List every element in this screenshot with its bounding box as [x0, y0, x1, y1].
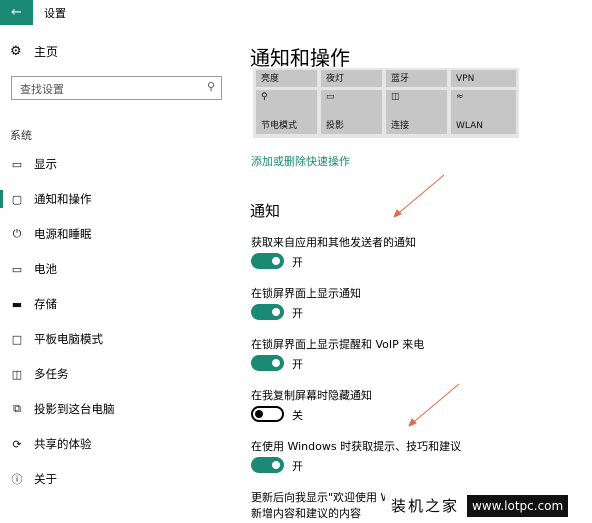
back-button[interactable]: ←: [0, 0, 33, 25]
sidebar-item-label: 关于: [34, 472, 57, 486]
sidebar-item-label: 平板电脑模式: [34, 332, 103, 346]
multitask-icon: ◫: [11, 367, 23, 381]
main-content: 通知和操作 亮度 夜灯 蓝牙 VPN ⚲ 节电模式 ▭ 投影 ◫ 连接 ≈ WL…: [233, 25, 592, 523]
tile-project[interactable]: ▭ 投影: [321, 90, 382, 134]
sidebar-item-notifications[interactable]: ▢ 通知和操作: [0, 185, 233, 213]
watermark-logo: 装机之家: [391, 497, 460, 515]
tile-vpn[interactable]: VPN: [451, 70, 516, 87]
toggle-knob: [272, 257, 280, 265]
sidebar-item-multitask[interactable]: ◫ 多任务: [0, 360, 233, 388]
toggle-knob: [272, 359, 280, 367]
toggle-lockscreen-notifications[interactable]: [251, 304, 284, 320]
toggle-knob: [255, 410, 263, 418]
section-label: 系统: [10, 129, 32, 142]
setting-label: 获取来自应用和其他发送者的通知: [251, 236, 416, 249]
window-title: 设置: [44, 7, 66, 20]
sidebar-item-label: 共享的体验: [34, 437, 92, 451]
battery-saver-icon: ⚲: [261, 92, 268, 102]
active-indicator: [0, 190, 3, 208]
toggle-knob: [272, 461, 280, 469]
setting-label: 在锁屏界面上显示通知: [251, 287, 361, 300]
setting-label: 在使用 Windows 时获取提示、技巧和建议: [251, 440, 462, 453]
sidebar: ⚙ 主页 查找设置 ⚲ 系统 ▭ 显示 ▢ 通知和操作 ⏻ 电源和睡眠 ▭ 电池…: [0, 25, 233, 523]
power-icon: ⏻: [12, 227, 22, 240]
tile-label: 夜灯: [326, 74, 345, 84]
info-icon: ⓘ: [11, 473, 23, 486]
share-icon: ⟳: [12, 437, 22, 451]
setting-label: 新增内容和建议的内容: [251, 507, 361, 520]
edit-quick-actions-link[interactable]: 添加或删除快速操作: [251, 153, 350, 169]
tile-label: WLAN: [456, 121, 484, 131]
storage-icon: ▬: [11, 297, 23, 311]
tile-label: 投影: [326, 121, 345, 131]
sidebar-item-shared[interactable]: ⟳ 共享的体验: [0, 430, 233, 458]
title-bar: ← 设置: [0, 0, 592, 25]
setting-label: 更新后向我显示"欢迎使用 W: [251, 491, 392, 504]
watermark-url: www.lotpc.com: [467, 494, 569, 517]
home-nav-item[interactable]: ⚙ 主页: [10, 43, 58, 60]
sidebar-item-battery[interactable]: ▭ 电池: [0, 255, 233, 283]
monitor-icon: ▭: [11, 157, 23, 171]
annotation-arrow: [393, 174, 445, 218]
tile-bluetooth[interactable]: 蓝牙: [386, 70, 447, 87]
toggle-lockscreen-reminders[interactable]: [251, 355, 284, 371]
project-icon: ⧉: [13, 402, 21, 415]
connect-icon: ◫: [391, 92, 400, 102]
sidebar-item-about[interactable]: ⓘ 关于: [0, 465, 233, 493]
tile-battery-saver[interactable]: ⚲ 节电模式: [256, 90, 317, 134]
gear-icon: ⚙: [10, 44, 22, 59]
project-icon: ▭: [326, 92, 335, 102]
toggle-state: 开: [292, 460, 303, 473]
watermark: 装机之家 www.lotpc.com: [385, 488, 592, 523]
setting-label: 在我复制屏幕时隐藏通知: [251, 389, 372, 402]
tile-label: 连接: [391, 121, 410, 131]
tile-wlan[interactable]: ≈ WLAN: [451, 90, 516, 134]
toggle-state: 开: [292, 358, 303, 371]
search-placeholder: 查找设置: [20, 83, 64, 96]
search-icon: ⚲: [206, 80, 215, 93]
wifi-icon: ≈: [456, 92, 464, 102]
page-title: 通知和操作: [250, 46, 350, 70]
tile-label: 蓝牙: [391, 74, 410, 84]
sidebar-item-project[interactable]: ⧉ 投影到这台电脑: [0, 395, 233, 423]
chat-bubble-icon: ▢: [11, 192, 23, 206]
sidebar-item-power[interactable]: ⏻ 电源和睡眠: [0, 220, 233, 248]
sidebar-item-label: 存储: [34, 297, 57, 311]
home-label: 主页: [34, 45, 59, 59]
sidebar-item-label: 多任务: [34, 367, 69, 381]
sidebar-item-label: 电源和睡眠: [34, 227, 92, 241]
tile-night-light[interactable]: 夜灯: [321, 70, 382, 87]
toggle-state: 开: [292, 256, 303, 269]
toggle-app-notifications[interactable]: [251, 253, 284, 269]
tile-label: 亮度: [261, 74, 280, 84]
tile-label: 节电模式: [261, 121, 298, 131]
battery-icon: ▭: [11, 262, 23, 276]
sidebar-item-label: 显示: [34, 157, 57, 171]
tile-connect[interactable]: ◫ 连接: [386, 90, 447, 134]
toggle-knob: [272, 308, 280, 316]
toggle-hide-when-duplicating[interactable]: [251, 406, 284, 422]
toggle-tips[interactable]: [251, 457, 284, 473]
sidebar-item-label: 通知和操作: [34, 192, 92, 206]
notifications-heading: 通知: [250, 202, 281, 220]
annotation-arrow: [408, 383, 460, 427]
sidebar-item-tablet[interactable]: □ 平板电脑模式: [0, 325, 233, 353]
sidebar-item-label: 电池: [34, 262, 57, 276]
tile-brightness[interactable]: 亮度: [256, 70, 317, 87]
sidebar-item-label: 投影到这台电脑: [34, 402, 115, 416]
toggle-state: 关: [292, 409, 303, 422]
sidebar-item-display[interactable]: ▭ 显示: [0, 150, 233, 178]
toggle-state: 开: [292, 307, 303, 320]
tile-label: VPN: [456, 74, 475, 84]
tablet-icon: □: [11, 332, 23, 346]
search-input[interactable]: 查找设置 ⚲: [11, 76, 222, 100]
sidebar-item-storage[interactable]: ▬ 存储: [0, 290, 233, 318]
quick-actions-grid: 亮度 夜灯 蓝牙 VPN ⚲ 节电模式 ▭ 投影 ◫ 连接 ≈ WLAN: [253, 68, 519, 138]
setting-label: 在锁屏界面上显示提醒和 VoIP 来电: [251, 338, 425, 351]
arrow-left-icon: ←: [11, 5, 22, 20]
